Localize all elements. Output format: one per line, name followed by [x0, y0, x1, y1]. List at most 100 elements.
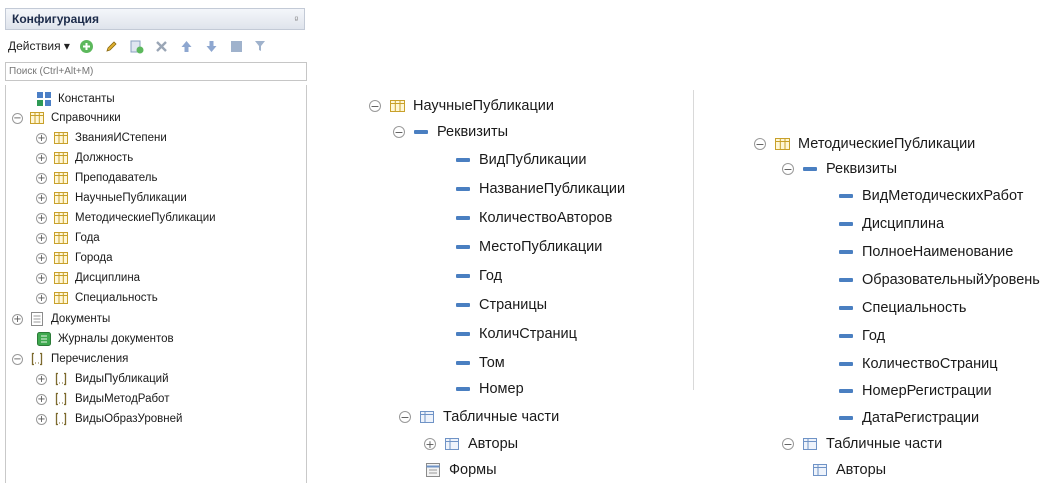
tree-item-label: Преподаватель — [75, 172, 158, 184]
tree-item-enum[interactable]: + ВидыОбразУровней — [36, 409, 182, 429]
attribute-icon — [838, 410, 854, 426]
tree-item-catalog[interactable]: + Года — [36, 228, 100, 248]
node-label: КоличСтраниц — [479, 326, 577, 342]
expand-icon[interactable]: + — [36, 373, 47, 385]
tree-item-catalogs[interactable]: − Справочники — [12, 108, 121, 128]
edit-icon[interactable] — [104, 38, 120, 54]
toolbar: Действия ▾ — [5, 33, 310, 59]
expand-icon[interactable]: + — [36, 172, 47, 184]
add-icon[interactable] — [79, 38, 95, 54]
attribute-item[interactable]: КоличествоАвторов — [455, 206, 612, 230]
expand-icon[interactable]: + — [36, 212, 47, 224]
attribute-item[interactable]: НазваниеПубликации — [455, 177, 625, 201]
tree-item-catalog[interactable]: + Города — [36, 248, 113, 268]
node-label: Реквизиты — [826, 161, 898, 177]
attribute-item[interactable]: Том — [455, 351, 505, 375]
attributes-group[interactable]: − Реквизиты — [393, 120, 508, 144]
actions-menu-button[interactable]: Действия ▾ — [8, 39, 70, 53]
delete-icon[interactable] — [154, 38, 170, 54]
attribute-item[interactable]: ДатаРегистрации — [838, 406, 979, 430]
tree-item-label: Специальность — [75, 292, 158, 304]
attribute-item[interactable]: МестоПубликации — [455, 235, 602, 259]
collapse-icon[interactable]: − — [12, 353, 23, 365]
collapse-icon[interactable]: − — [12, 112, 23, 124]
search-input[interactable] — [5, 62, 307, 81]
attribute-item[interactable]: НомерРегистрации — [838, 379, 992, 403]
attribute-item[interactable]: ПолноеНаименование — [838, 240, 1013, 264]
attribute-item[interactable]: ОбразовательныйУровень — [838, 268, 1040, 292]
tabular-parts-group[interactable]: − Табличные части — [399, 405, 559, 429]
expand-icon[interactable]: + — [36, 393, 47, 405]
enum-icon — [53, 371, 69, 387]
expand-icon[interactable]: + — [36, 272, 47, 284]
collapse-icon[interactable]: − — [369, 100, 381, 112]
attribute-item[interactable]: Специальность — [838, 296, 966, 320]
attribute-item[interactable]: ВидПубликации — [455, 148, 587, 172]
attribute-item[interactable]: Страницы — [455, 293, 547, 317]
tree-item-catalog[interactable]: + ЗванияИСтепени — [36, 128, 167, 148]
move-down-icon[interactable] — [204, 38, 220, 54]
expand-icon[interactable]: + — [36, 192, 47, 204]
catalog-node-methodical[interactable]: − МетодическиеПубликации — [754, 132, 975, 156]
expand-icon[interactable]: + — [36, 292, 47, 304]
attribute-item[interactable]: Номер — [455, 377, 524, 401]
collapse-icon[interactable]: − — [393, 126, 405, 138]
attribute-icon — [838, 188, 854, 204]
attribute-icon — [838, 300, 854, 316]
attribute-item[interactable]: ВидМетодическихРабот — [838, 184, 1023, 208]
tree-item-constants[interactable]: Константы — [36, 89, 115, 109]
attribute-icon — [838, 272, 854, 288]
tree-item-enum[interactable]: + ВидыПубликаций — [36, 369, 169, 389]
tree-item-label: Города — [75, 252, 113, 264]
forms-group[interactable]: Формы — [425, 458, 497, 482]
node-label: Страницы — [479, 297, 548, 313]
tree-item-catalog[interactable]: + МетодическиеПубликации — [36, 208, 216, 228]
expand-icon[interactable]: + — [36, 232, 47, 244]
tabular-part-icon — [419, 409, 435, 425]
expand-icon[interactable]: + — [36, 132, 47, 144]
tree-item-catalog[interactable]: + Специальность — [36, 288, 158, 308]
panel-header: Конфигурация ᵍ — [5, 8, 305, 30]
attributes-group[interactable]: − Реквизиты — [782, 157, 897, 181]
node-label: ВидМетодическихРабот — [862, 188, 1024, 204]
tree-item-catalog[interactable]: + НаучныеПубликации — [36, 188, 187, 208]
tree-item-enums[interactable]: − Перечисления — [12, 349, 128, 369]
node-label: КоличествоАвторов — [479, 210, 613, 226]
pin-icon[interactable]: ᵍ — [295, 14, 298, 24]
expand-icon[interactable]: + — [424, 438, 436, 450]
attribute-item[interactable]: КоличествоСтраниц — [838, 352, 998, 376]
tree-item-journals[interactable]: Журналы документов — [36, 329, 174, 349]
tree-item-enum[interactable]: + ВидыМетодРабот — [36, 389, 169, 409]
expand-icon[interactable]: + — [36, 413, 47, 425]
attribute-item[interactable]: Дисциплина — [838, 212, 944, 236]
expand-icon[interactable]: + — [36, 252, 47, 264]
sort-icon[interactable] — [229, 38, 245, 54]
move-up-icon[interactable] — [179, 38, 195, 54]
tabular-part-item[interactable]: + Авторы — [424, 432, 518, 456]
node-label: Дисциплина — [862, 216, 945, 232]
collapse-icon[interactable]: − — [782, 163, 794, 175]
node-label: ДатаРегистрации — [862, 410, 980, 426]
divider — [693, 90, 694, 390]
collapse-icon[interactable]: − — [782, 438, 794, 450]
tabular-parts-group[interactable]: − Табличные части — [782, 432, 942, 456]
attribute-icon — [455, 297, 471, 313]
collapse-icon[interactable]: − — [399, 411, 411, 423]
attribute-item[interactable]: Год — [455, 264, 502, 288]
collapse-icon[interactable]: − — [754, 138, 766, 150]
filter-icon[interactable] — [254, 38, 270, 54]
attribute-item[interactable]: КоличСтраниц — [455, 322, 577, 346]
node-label: Реквизиты — [437, 124, 509, 140]
tree-item-catalog[interactable]: + Должность — [36, 148, 133, 168]
node-label: Авторы — [836, 462, 887, 478]
copy-icon[interactable] — [129, 38, 145, 54]
tree-item-catalog[interactable]: + Дисциплина — [36, 268, 140, 288]
tabular-part-item[interactable]: Авторы — [812, 458, 886, 482]
tree-item-documents[interactable]: + Документы — [12, 309, 110, 329]
catalog-node-scientific[interactable]: − НаучныеПубликации — [369, 94, 554, 118]
tree-item-catalog[interactable]: + Преподаватель — [36, 168, 158, 188]
attribute-item[interactable]: Год — [838, 324, 885, 348]
configuration-panel: Конфигурация ᵍ Действия ▾ Поиск (Ctrl+Al… — [0, 0, 310, 483]
expand-icon[interactable]: + — [36, 152, 47, 164]
expand-icon[interactable]: + — [12, 313, 23, 325]
